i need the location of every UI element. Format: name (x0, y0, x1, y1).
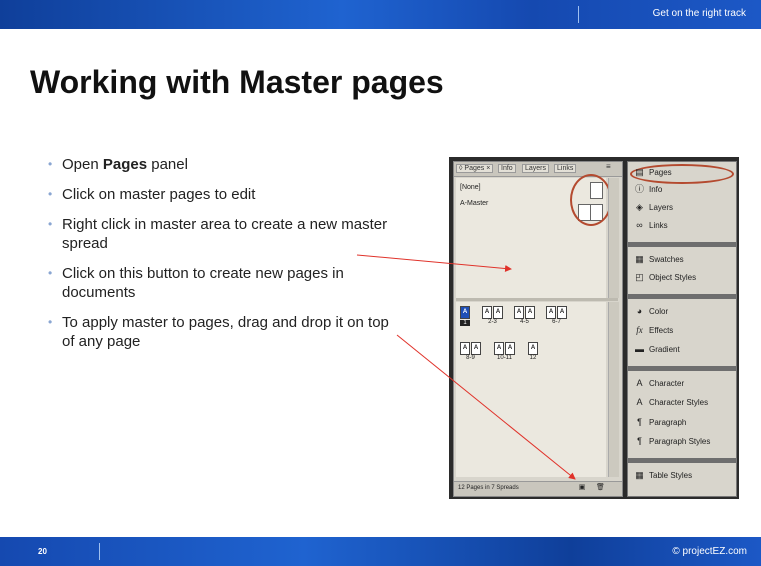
copyright-text: © projectEZ.com (672, 546, 747, 557)
slide-number: 20 (38, 547, 47, 556)
arrow-to-master-area (356, 254, 512, 272)
callout-arrows (356, 254, 576, 480)
footer-divider (99, 543, 100, 560)
arrow-to-new-page-button (396, 334, 576, 480)
bottom-banner: 20 © projectEZ.com (0, 537, 761, 566)
